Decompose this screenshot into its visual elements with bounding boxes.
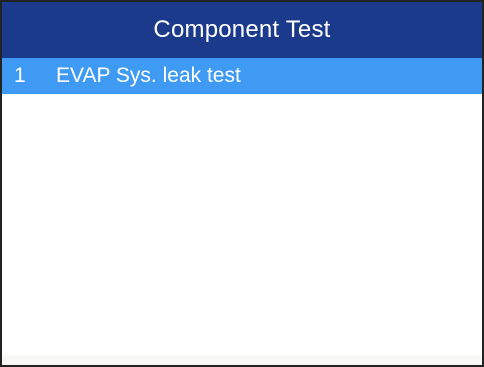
- menu-item-number: 1: [14, 64, 26, 87]
- menu-item-evap-leak-test[interactable]: 1 EVAP Sys. leak test: [2, 58, 482, 94]
- menu-item-label: EVAP Sys. leak test: [56, 64, 241, 87]
- page-title: Component Test: [153, 16, 331, 43]
- title-bar: Component Test: [2, 2, 482, 58]
- menu-list: 1 EVAP Sys. leak test: [2, 58, 482, 94]
- component-test-screen: Component Test 1 EVAP Sys. leak test: [0, 0, 484, 367]
- bottom-edge-shade: [2, 355, 482, 365]
